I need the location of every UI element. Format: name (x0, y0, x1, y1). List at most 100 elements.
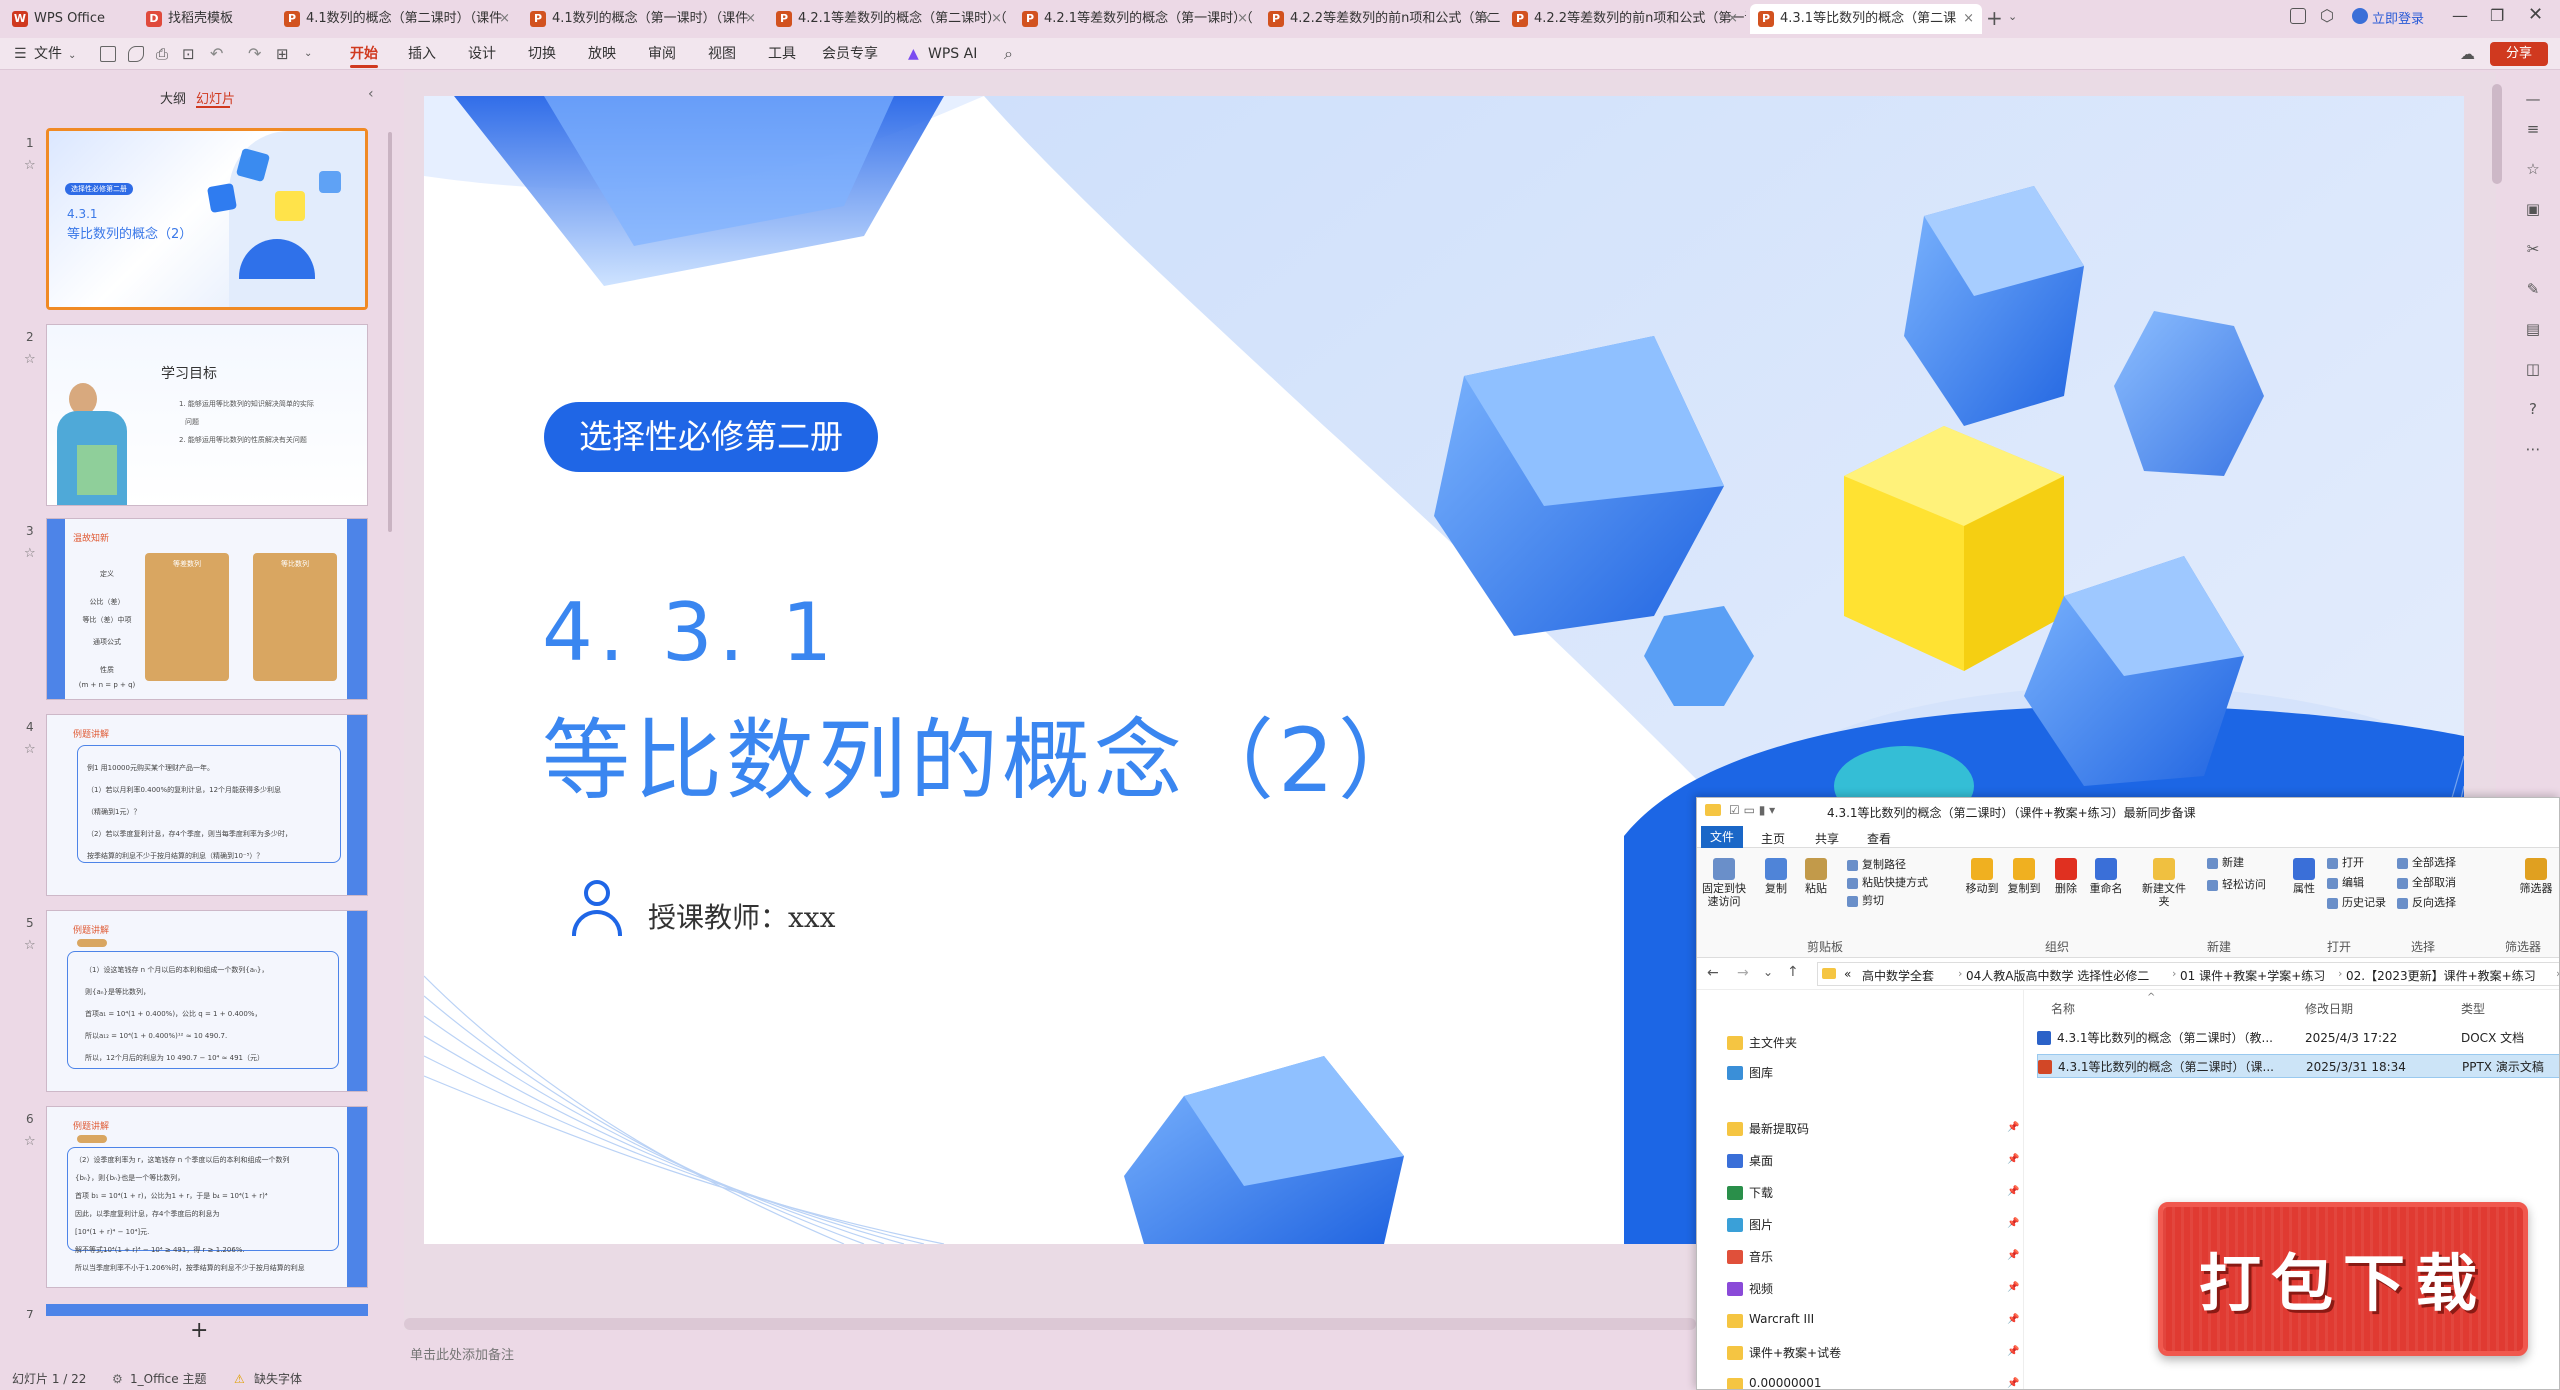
download-banner[interactable]: 打包下载 (2158, 1202, 2528, 1356)
add-slide-button[interactable]: + (190, 1318, 208, 1343)
paste-shortcut-button[interactable]: 粘贴快捷方式 (1847, 874, 1928, 890)
undo-icon[interactable]: ↶ (210, 44, 223, 63)
minimize-panel-icon[interactable]: — (2524, 90, 2542, 108)
vertical-scrollbar[interactable] (2492, 84, 2502, 184)
star-icon[interactable]: ☆ (24, 352, 36, 367)
slide-section-number[interactable]: 4. 3. 1 (542, 586, 838, 679)
slide-thumbnail-6[interactable]: 例题讲解 （2）设季度利率为 r，这笔钱存 n 个季度以后的本利和组成一个数列 {… (46, 1106, 368, 1288)
tab-list-chevron-icon[interactable]: ⌄ (2008, 10, 2017, 23)
filter-button[interactable]: 筛选器 (2513, 858, 2559, 895)
easy-access-button[interactable]: 轻松访问 (2207, 876, 2266, 892)
tab-item[interactable]: W WPS Office (4, 4, 134, 34)
edit-icon[interactable]: ✎ (2524, 280, 2542, 298)
copy-path-button[interactable]: 复制路径 (1847, 856, 1906, 872)
theme-name[interactable]: 1_Office 主题 (130, 1368, 206, 1390)
layers-icon[interactable]: ▣ (2524, 200, 2542, 218)
invert-selection-button[interactable]: 反向选择 (2397, 894, 2456, 910)
file-row[interactable]: 4.3.1等比数列的概念（第二课时）（教... 2025/4/3 17:22 DOC… (2037, 1026, 2559, 1050)
slide-thumbnail-1[interactable]: 选择性必修第二册 4.3.1 等比数列的概念（2） (46, 128, 368, 310)
column-date[interactable]: 修改日期 (2305, 1000, 2353, 1017)
rename-button[interactable]: 重命名 (2083, 858, 2129, 895)
skin-icon[interactable]: ⬡ (2320, 6, 2334, 25)
hamburger-icon[interactable]: ☰ (14, 46, 27, 62)
print-icon[interactable]: ⎙ (156, 45, 168, 63)
tab-item[interactable]: P 4.2.1等差数列的概念（第二课时）（ × (768, 4, 1010, 34)
nav-item[interactable]: 桌面 (1749, 1152, 1773, 1169)
teacher-label[interactable]: 授课教师：xxx (648, 896, 835, 936)
tab-item[interactable]: P 4.1数列的概念（第一课时）（课件 × (522, 4, 764, 34)
close-tab-icon[interactable]: × (991, 4, 1002, 34)
panel-scrollbar[interactable] (388, 132, 392, 532)
tab-item[interactable]: P 4.3.1等比数列的概念（第二课 × (1750, 4, 1982, 34)
tab-item[interactable]: D 找稻壳模板 (138, 4, 272, 34)
address-bar[interactable]: «高中数学全套 › 04人教A版高中数学 选择性必修二 › 01 课件+教案+学案+练习… (1817, 962, 2559, 986)
paste-button[interactable]: 粘贴 (1793, 858, 1839, 895)
cut-button[interactable]: 剪切 (1847, 892, 1884, 908)
breadcrumb-item[interactable]: 04人教A版高中数学 选择性必修二 (1966, 967, 2149, 984)
course-badge[interactable]: 选择性必修第二册 (544, 402, 878, 472)
nav-item[interactable]: 视频 (1749, 1280, 1773, 1297)
redo-icon[interactable]: ↷ (248, 44, 261, 63)
nav-item[interactable]: 下载 (1749, 1184, 1773, 1201)
open-button[interactable]: 打开 (2327, 854, 2364, 870)
tab-view[interactable]: 查看 (1867, 830, 1891, 847)
window-layout-icon[interactable] (2290, 8, 2306, 24)
move-to-button[interactable]: 移动到 (1959, 858, 2005, 895)
up-arrow-icon[interactable]: ↑ (1787, 964, 1799, 980)
menu-review[interactable]: 审阅 (648, 38, 676, 70)
new-tab-button[interactable]: + (1986, 6, 2003, 30)
nav-item[interactable]: 课件+教案+试卷 (1749, 1344, 1841, 1361)
nav-item[interactable]: 图片 (1749, 1216, 1773, 1233)
close-window-button[interactable]: ✕ (2528, 4, 2543, 25)
menu-wps-ai[interactable]: WPS AI (928, 38, 977, 70)
quick-access-toolbar-icon[interactable]: ☑ ▭ ▮ ▾ (1729, 803, 1775, 817)
close-tab-icon[interactable]: × (1963, 4, 1974, 34)
horizontal-scrollbar[interactable] (404, 1318, 1696, 1330)
close-tab-icon[interactable]: × (1237, 4, 1248, 34)
nav-item[interactable]: 最新提取码 (1749, 1120, 1809, 1137)
star-icon[interactable]: ☆ (24, 742, 36, 757)
tab-file[interactable]: 文件 (1701, 826, 1743, 848)
breadcrumb-item[interactable]: 高中数学全套 (1862, 967, 1934, 984)
close-tab-icon[interactable]: × (745, 4, 756, 34)
file-row[interactable]: 4.3.1等比数列的概念（第二课时）（课... 2025/3/31 18:34 PP… (2037, 1054, 2559, 1078)
menu-file[interactable]: 文件 (34, 38, 62, 70)
restore-button[interactable]: ❐ (2490, 6, 2504, 25)
slide-thumbnail-4[interactable]: 例题讲解 例1 用10000元购买某个理财产品一年。 （1）若以月利率0.400%… (46, 714, 368, 896)
nav-item[interactable]: 主文件夹 (1749, 1034, 1797, 1051)
menu-design[interactable]: 设计 (468, 38, 496, 70)
tab-item[interactable]: P 4.2.2等差数列的前n项和公式（第二课 × (1260, 4, 1500, 34)
save-icon[interactable] (100, 46, 116, 62)
notes-placeholder[interactable]: 单击此处添加备注 (410, 1344, 514, 1363)
breadcrumb-item[interactable]: « (1844, 967, 1851, 981)
breadcrumb-item[interactable]: 01 课件+教案+学案+练习 (2180, 967, 2325, 984)
format-painter-icon[interactable]: ⊞ (276, 45, 289, 63)
slide-thumbnail-3[interactable]: 温故知新 等差数列 等比数列 定义 公比（差） 等比（差）中项 通项公式 性质 (m + … (46, 518, 368, 700)
copy-to-button[interactable]: 复制到 (2001, 858, 2047, 895)
select-none-button[interactable]: 全部取消 (2397, 874, 2456, 890)
star-icon[interactable]: ☆ (2524, 160, 2542, 178)
book-icon[interactable]: ◫ (2524, 360, 2542, 378)
minimize-button[interactable]: — (2452, 6, 2468, 25)
nav-item[interactable]: Warcraft III (1749, 1312, 1814, 1326)
more-chevron-icon[interactable]: ⌄ (304, 48, 312, 59)
missing-font-indicator[interactable]: 缺失字体 (254, 1368, 302, 1390)
select-all-button[interactable]: 全部选择 (2397, 854, 2456, 870)
more-icon[interactable]: ⋯ (2524, 440, 2542, 458)
new-folder-button[interactable]: 新建文件夹 (2141, 858, 2187, 908)
nav-item[interactable]: 图库 (1749, 1064, 1773, 1081)
back-arrow-icon[interactable]: ← (1707, 965, 1719, 981)
menu-view[interactable]: 视图 (708, 38, 736, 70)
share-button[interactable]: 分享 (2490, 42, 2548, 66)
nav-item[interactable]: 0.00000001 (1749, 1376, 1822, 1389)
slide-title[interactable]: 等比数列的概念（2） (542, 690, 1430, 817)
star-icon[interactable]: ☆ (24, 158, 36, 173)
menu-transition[interactable]: 切换 (528, 38, 556, 70)
recent-chevron-icon[interactable]: ⌄ (1763, 965, 1773, 979)
tab-item[interactable]: P 4.1数列的概念（第二课时）（课件 × (276, 4, 518, 34)
forward-arrow-icon[interactable]: → (1737, 965, 1749, 981)
tab-item[interactable]: P 4.2.2等差数列的前n项和公式（第一课 × (1504, 4, 1746, 34)
column-type[interactable]: 类型 (2461, 1000, 2485, 1017)
menu-tools[interactable]: 工具 (768, 38, 796, 70)
edit-button[interactable]: 编辑 (2327, 874, 2364, 890)
